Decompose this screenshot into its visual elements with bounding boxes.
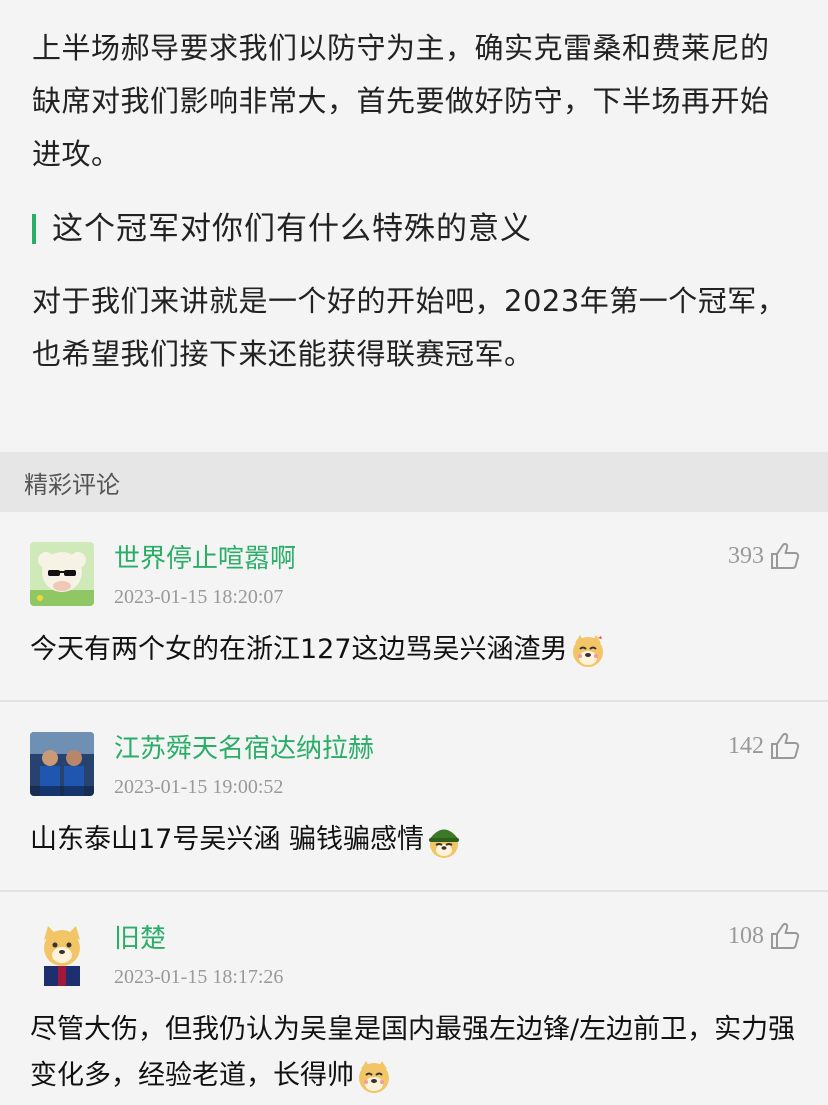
comment-item: 世界停止喧嚣啊 2023-01-15 18:20:07 393 今天有两个女的在… [0,512,828,702]
comment-text: 今天有两个女的在浙江127这边骂吴兴涵渣男 [30,627,798,673]
like-button[interactable]: 108 [728,922,800,950]
comment-author[interactable]: 世界停止喧嚣啊 [114,538,296,575]
comment-body: 今天有两个女的在浙江127这边骂吴兴涵渣男 [30,634,568,665]
comment-body: 尽管大伤，但我仍认为吴皇是国内最强左边锋/左边前卫，实力强变化多，经验老道，长得… [30,1014,796,1091]
comment-list: 世界停止喧嚣啊 2023-01-15 18:20:07 393 今天有两个女的在… [0,512,828,1093]
comment-text: 山东泰山17号吴兴涵 骗钱骗感情 [30,817,798,863]
subheading-accent-bar [32,214,36,244]
like-count: 108 [728,922,764,949]
subheading-text: 这个冠军对你们有什么特殊的意义 [52,211,532,247]
comment-timestamp: 2023-01-15 18:17:26 [114,966,284,988]
like-count: 393 [728,542,764,569]
article-subheading: 这个冠军对你们有什么特殊的意义 [32,203,796,255]
like-button[interactable]: 142 [728,732,800,760]
comments-section-header: 精彩评论 [0,452,828,512]
doge-emoji-icon [572,634,603,667]
comment-text: 尽管大伤，但我仍认为吴皇是国内最强左边锋/左边前卫，实力强变化多，经验老道，长得… [30,1007,798,1099]
comment-body: 山东泰山17号吴兴涵 骗钱骗感情 [30,824,424,855]
comment-timestamp: 2023-01-15 19:00:52 [114,776,284,798]
comment-timestamp: 2023-01-15 18:20:07 [114,586,284,608]
thumbs-up-icon [771,543,800,569]
like-button[interactable]: 393 [728,542,800,570]
comment-item: 江苏舜天名宿达纳拉赫 2023-01-15 19:00:52 142 山东泰山1… [0,702,828,892]
comment-item: 旧楚 2023-01-15 18:17:26 108 尽管大伤，但我仍认为吴皇是… [0,892,828,1093]
like-count: 142 [728,732,764,759]
thumbs-up-icon [771,923,800,949]
doge-helmet-emoji-icon [428,829,459,858]
article-content: 上半场郝导要求我们以防守为主，确实克雷桑和费莱尼的缺席对我们影响非常大，首先要做… [0,0,828,430]
avatar[interactable] [30,542,94,606]
avatar[interactable] [30,732,94,796]
comment-author[interactable]: 旧楚 [114,918,166,955]
article-paragraph: 对于我们来讲就是一个好的开始吧，2023年第一个冠军，也希望我们接下来还能获得联… [32,284,787,371]
doge-emoji-icon [359,1060,389,1093]
article-paragraph: 上半场郝导要求我们以防守为主，确实克雷桑和费莱尼的缺席对我们影响非常大，首先要做… [32,31,770,171]
comment-author[interactable]: 江苏舜天名宿达纳拉赫 [114,728,374,765]
avatar[interactable] [30,922,94,986]
comments-section-title: 精彩评论 [24,470,120,499]
thumbs-up-icon [771,733,800,759]
